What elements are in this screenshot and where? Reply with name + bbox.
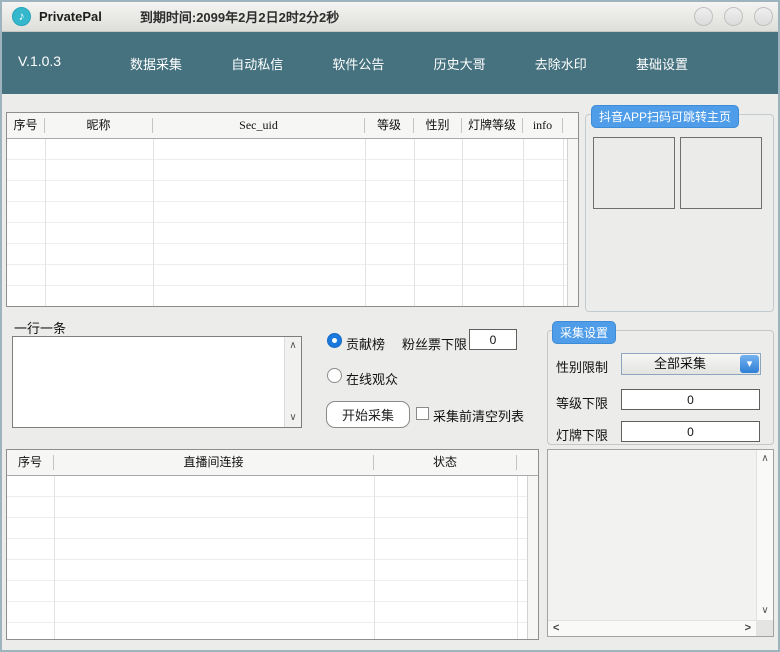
radio-online-viewers-label[interactable]: 在线观众 — [346, 369, 398, 388]
clear-before-collect-label[interactable]: 采集前清空列表 — [433, 406, 524, 425]
qr-panel: 抖音APP扫码可跳转主页 — [585, 114, 774, 312]
room-table: 序号 直播间连接 状态 — [6, 449, 539, 640]
user-table-header: 序号 昵称 Sec_uid 等级 性别 灯牌等级 info — [7, 113, 578, 139]
column-divider — [365, 139, 366, 306]
level-limit-label: 等级下限 — [556, 393, 608, 412]
scroll-up-icon[interactable]: ∧ — [285, 339, 301, 353]
column-divider — [462, 139, 463, 306]
scroll-left-icon[interactable]: < — [553, 621, 559, 636]
user-table-scrollbar[interactable] — [567, 139, 578, 306]
nav-item-history[interactable]: 历史大哥 — [434, 54, 486, 73]
start-collect-button[interactable]: 开始采集 — [326, 401, 410, 428]
user-table-header-nickname[interactable]: 昵称 — [45, 118, 153, 133]
column-divider — [523, 139, 524, 306]
version-label: V.1.0.3 — [18, 53, 61, 69]
navbar: V.1.0.3 数据采集 自动私信 软件公告 历史大哥 去除水印 基础设置 — [2, 32, 778, 94]
music-note-icon: ♪ — [19, 9, 25, 23]
column-divider — [54, 476, 55, 639]
user-table-header-lamp-level[interactable]: 灯牌等级 — [462, 118, 523, 133]
collect-settings-panel: 采集设置 性别限制 全部采集 ▾ 等级下限 灯牌下限 — [547, 330, 774, 445]
log-vertical-scrollbar[interactable]: ∧ ∨ — [756, 450, 773, 620]
settings-panel-title-badge: 采集设置 — [552, 321, 616, 344]
qr-panel-title-badge: 抖音APP扫码可跳转主页 — [591, 105, 739, 128]
nav-menu: 数据采集 自动私信 软件公告 历史大哥 去除水印 基础设置 — [130, 32, 688, 94]
log-horizontal-scrollbar[interactable]: < > — [548, 620, 756, 636]
column-divider — [563, 139, 564, 306]
nav-item-remove-watermark[interactable]: 去除水印 — [535, 54, 587, 73]
scrollbar-corner — [756, 620, 773, 636]
main-area: 序号 昵称 Sec_uid 等级 性别 灯牌等级 info — [2, 94, 778, 650]
room-table-header-link[interactable]: 直播间连接 — [54, 455, 374, 470]
nav-item-data-collection[interactable]: 数据采集 — [130, 54, 182, 73]
room-table-header: 序号 直播间连接 状态 — [7, 450, 538, 476]
lamp-limit-label: 灯牌下限 — [556, 425, 608, 444]
scroll-down-icon[interactable]: ∨ — [285, 411, 301, 425]
gender-limit-value: 全部采集 — [622, 354, 738, 374]
fan-ticket-limit-input[interactable] — [469, 329, 517, 350]
nav-item-basic-settings[interactable]: 基础设置 — [636, 54, 688, 73]
user-table-header-filler — [563, 118, 578, 133]
user-table-header-info[interactable]: info — [523, 118, 563, 133]
lamp-limit-input[interactable] — [621, 421, 760, 442]
clear-before-collect-checkbox[interactable] — [416, 407, 429, 420]
titlebar: ♪ PrivatePal 到期时间:2099年2月2日2时2分2秒 — [2, 2, 778, 32]
user-table-header-gender[interactable]: 性别 — [414, 118, 462, 133]
minimize-button[interactable] — [694, 7, 713, 26]
column-divider — [374, 476, 375, 639]
gender-limit-dropdown[interactable]: 全部采集 ▾ — [621, 353, 761, 375]
maximize-button[interactable] — [724, 7, 743, 26]
log-panel[interactable]: ∧ ∨ < > — [547, 449, 774, 637]
room-table-body[interactable] — [7, 476, 538, 639]
room-table-header-filler — [517, 455, 538, 470]
qr-code-placeholder-left — [593, 137, 675, 209]
room-list-textarea[interactable]: ∧ ∨ — [12, 336, 302, 428]
textarea-scrollbar[interactable]: ∧ ∨ — [284, 337, 301, 427]
user-table: 序号 昵称 Sec_uid 等级 性别 灯牌等级 info — [6, 112, 579, 307]
column-divider — [45, 139, 46, 306]
close-button[interactable] — [754, 7, 773, 26]
app-window: ♪ PrivatePal 到期时间:2099年2月2日2时2分2秒 V.1.0.… — [0, 0, 780, 652]
nav-item-auto-dm[interactable]: 自动私信 — [231, 54, 283, 73]
level-limit-input[interactable] — [621, 389, 760, 410]
room-table-scrollbar[interactable] — [527, 476, 538, 639]
app-title: PrivatePal — [39, 9, 102, 24]
user-table-header-level[interactable]: 等级 — [365, 118, 414, 133]
column-divider — [414, 139, 415, 306]
nav-item-announcement[interactable]: 软件公告 — [332, 54, 384, 73]
expiry-time-label: 到期时间:2099年2月2日2时2分2秒 — [140, 7, 339, 26]
gender-limit-label: 性别限制 — [556, 357, 608, 376]
column-divider — [153, 139, 154, 306]
chevron-down-icon[interactable]: ▾ — [740, 355, 759, 373]
scroll-up-icon[interactable]: ∧ — [757, 452, 773, 466]
scroll-right-icon[interactable]: > — [745, 621, 751, 636]
radio-online-viewers[interactable] — [327, 368, 342, 383]
room-table-header-status[interactable]: 状态 — [374, 455, 517, 470]
app-logo-icon: ♪ — [12, 7, 31, 26]
radio-contribution-list[interactable] — [327, 333, 342, 348]
user-table-header-index[interactable]: 序号 — [7, 118, 45, 133]
list-input-label: 一行一条 — [14, 318, 66, 337]
user-table-header-secuid[interactable]: Sec_uid — [153, 118, 365, 133]
radio-contribution-label[interactable]: 贡献榜 — [346, 334, 385, 353]
fan-ticket-limit-label: 粉丝票下限 — [402, 334, 467, 353]
window-controls — [694, 7, 773, 26]
column-divider — [517, 476, 518, 639]
user-table-body[interactable] — [7, 139, 578, 306]
qr-code-placeholder-right — [680, 137, 762, 209]
room-table-header-index[interactable]: 序号 — [7, 455, 54, 470]
scroll-down-icon[interactable]: ∨ — [757, 604, 773, 618]
